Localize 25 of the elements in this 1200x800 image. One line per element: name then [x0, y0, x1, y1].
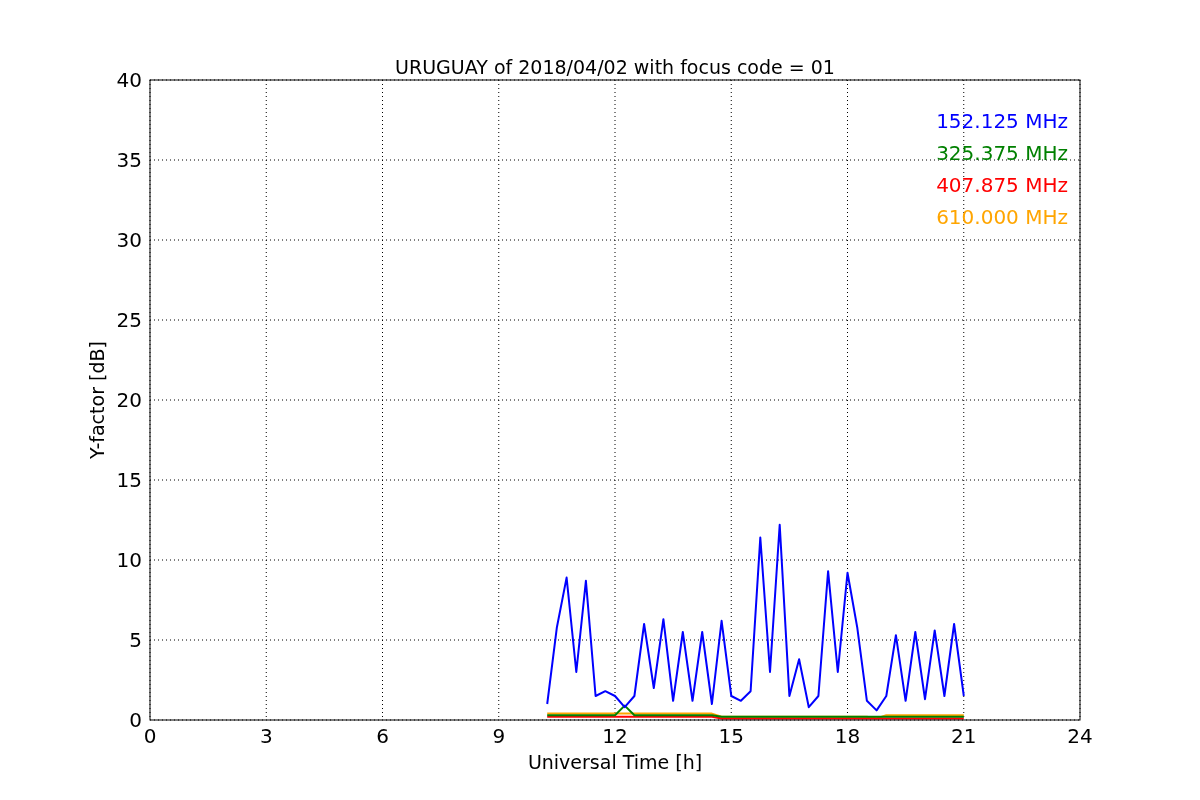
y-tick-label: 5: [129, 628, 142, 652]
legend-label: 407.875 MHz: [936, 173, 1068, 197]
x-tick-label: 18: [834, 724, 861, 748]
x-axis-label: Universal Time [h]: [527, 751, 703, 773]
x-tick-label: 6: [376, 724, 389, 748]
x-tick-label: 9: [492, 724, 506, 748]
y-axis-label: Y-factor [dB]: [86, 341, 108, 459]
y-tick-label: 20: [116, 388, 142, 412]
chart-title: URUGUAY of 2018/04/02 with focus code = 01: [395, 56, 835, 78]
x-tick-label: 24: [1067, 724, 1093, 748]
x-tick-label: 3: [259, 724, 273, 748]
y-tick-label: 40: [116, 68, 142, 92]
legend-label: 610.000 MHz: [936, 205, 1068, 229]
y-tick-label: 15: [116, 468, 142, 492]
y-tick-label: 0: [129, 708, 142, 732]
y-tick-label: 25: [116, 308, 142, 332]
x-tick-label: 0: [143, 724, 157, 748]
y-tick-label: 35: [116, 148, 142, 172]
x-tick-label: 12: [602, 724, 628, 748]
y-tick-label: 10: [116, 548, 142, 572]
legend-label: 325.375 MHz: [936, 141, 1068, 165]
y-tick-label: 30: [116, 228, 142, 252]
x-tick-label: 15: [718, 724, 744, 748]
legend-label: 152.125 MHz: [936, 109, 1068, 133]
x-tick-label: 21: [951, 724, 977, 748]
